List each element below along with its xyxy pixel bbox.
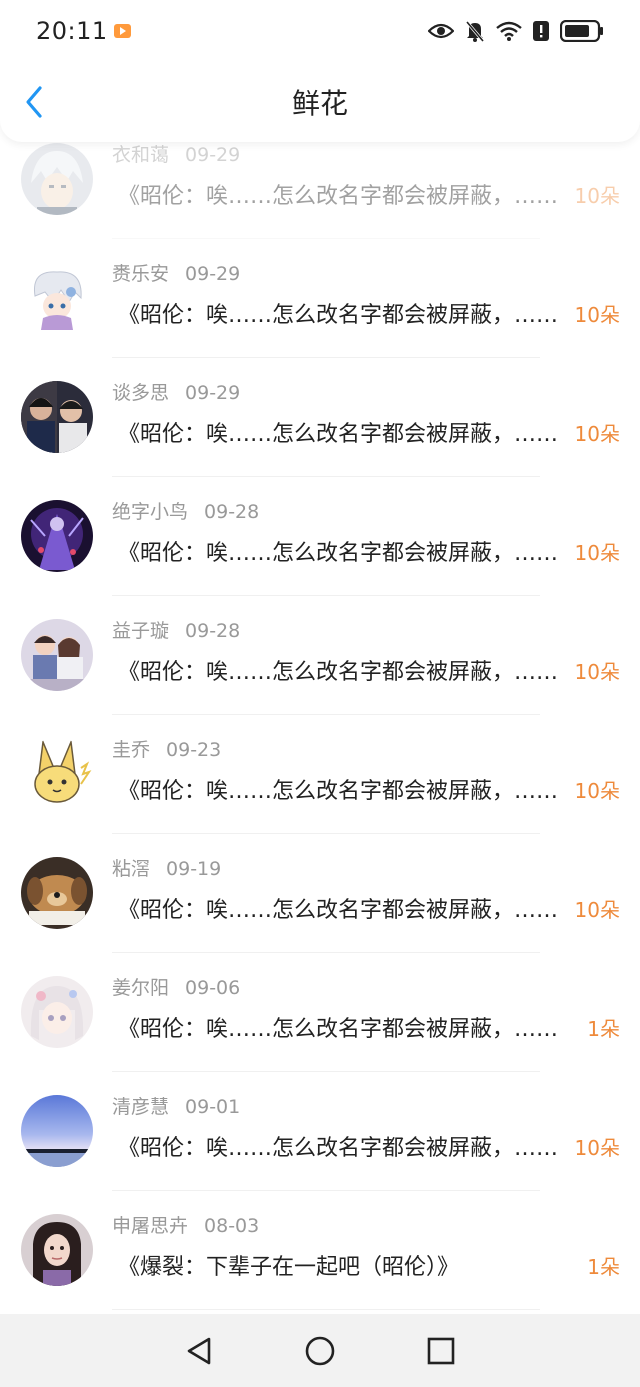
row-content: 《昭伦：唉……怎么改名字都会被屏蔽，…… xyxy=(118,1136,559,1161)
list-item[interactable]: 粘滘 09-19 《昭伦：唉……怎么改名字都会被屏蔽，…… 10朵 xyxy=(0,834,640,953)
flower-list: 衣和蔼 09-29 《昭伦：唉……怎么改名字都会被屏蔽，…… 10朵 赉乐安 09-… xyxy=(0,120,640,1314)
row-content: 《昭伦：唉……怎么改名字都会被屏蔽，…… xyxy=(118,303,559,328)
nav-home-button[interactable] xyxy=(304,1335,336,1367)
avatar xyxy=(21,143,93,215)
row-content: 《昭伦：唉……怎么改名字都会被屏蔽，…… xyxy=(118,1017,559,1042)
row-meta: 赉乐安 09-29 xyxy=(112,259,240,286)
row-meta: 衣和蔼 09-29 xyxy=(112,140,240,167)
list-item[interactable]: 绝字小鸟 09-28 《昭伦：唉……怎么改名字都会被屏蔽，…… 10朵 xyxy=(0,477,640,596)
row-content: 《昭伦：唉……怎么改名字都会被屏蔽，…… xyxy=(118,779,559,804)
avatar xyxy=(21,1095,93,1167)
circle-home-icon xyxy=(305,1336,335,1365)
avatar xyxy=(21,976,93,1048)
flower-count: 10朵 xyxy=(574,422,620,446)
row-date: 08-03 xyxy=(204,1215,260,1237)
square-recents-icon xyxy=(428,1337,455,1364)
row-date: 09-29 xyxy=(185,144,241,166)
nav-back-button[interactable] xyxy=(183,1335,215,1367)
row-meta: 益子璇 09-28 xyxy=(112,616,240,643)
row-content: 《昭伦：唉……怎么改名字都会被屏蔽，…… xyxy=(118,541,559,566)
avatar xyxy=(21,738,93,810)
flower-count: 10朵 xyxy=(574,660,620,684)
user-name: 清彦慧 xyxy=(112,1096,170,1118)
user-name: 圭乔 xyxy=(112,739,151,761)
header: 鲜花 xyxy=(0,62,640,142)
system-nav-bar xyxy=(0,1314,640,1387)
row-content: 《昭伦：唉……怎么改名字都会被屏蔽，…… xyxy=(118,184,559,209)
list-item[interactable]: 申屠思卉 08-03 《爆裂：下辈子在一起吧（昭伦）》 1朵 xyxy=(0,1191,640,1310)
row-meta: 申屠思卉 08-03 xyxy=(112,1211,259,1238)
row-content: 《昭伦：唉……怎么改名字都会被屏蔽，…… xyxy=(118,660,559,685)
avatar xyxy=(21,262,93,334)
row-content: 《爆裂：下辈子在一起吧（昭伦）》 xyxy=(118,1255,460,1280)
user-name: 粘滘 xyxy=(112,858,151,880)
flower-count: 1朵 xyxy=(587,1017,620,1041)
user-name: 申屠思卉 xyxy=(112,1215,189,1237)
avatar xyxy=(21,857,93,929)
row-date: 09-01 xyxy=(185,1096,241,1118)
row-date: 09-06 xyxy=(185,977,241,999)
triangle-back-icon xyxy=(187,1337,210,1364)
avatar xyxy=(21,381,93,453)
row-meta: 清彦慧 09-01 xyxy=(112,1092,240,1119)
row-meta: 圭乔 09-23 xyxy=(112,735,221,762)
row-date: 09-19 xyxy=(166,858,222,880)
avatar xyxy=(21,500,93,572)
row-meta: 姜尔阳 09-06 xyxy=(112,973,240,1000)
list-item[interactable]: 益子璇 09-28 《昭伦：唉……怎么改名字都会被屏蔽，…… 10朵 xyxy=(0,596,640,715)
row-date: 09-29 xyxy=(185,382,241,404)
row-meta: 粘滘 09-19 xyxy=(112,854,221,881)
chevron-left-icon xyxy=(26,86,42,118)
mute-bell-icon xyxy=(465,21,485,42)
flower-count: 1朵 xyxy=(587,1255,620,1279)
battery-icon xyxy=(560,20,603,42)
flower-count: 10朵 xyxy=(574,541,620,565)
row-date: 09-23 xyxy=(166,739,222,761)
row-content: 《昭伦：唉……怎么改名字都会被屏蔽，…… xyxy=(118,898,559,923)
row-date: 09-29 xyxy=(185,263,241,285)
flower-count: 10朵 xyxy=(574,1136,620,1160)
status-time: 20:11 xyxy=(36,17,108,45)
page-title: 鲜花 xyxy=(291,87,348,120)
row-meta: 绝字小鸟 09-28 xyxy=(112,497,259,524)
alert-icon xyxy=(533,21,549,41)
list-item[interactable]: 姜尔阳 09-06 《昭伦：唉……怎么改名字都会被屏蔽，…… 1朵 xyxy=(0,953,640,1072)
list-item[interactable]: 清彦慧 09-01 《昭伦：唉……怎么改名字都会被屏蔽，…… 10朵 xyxy=(0,1072,640,1191)
row-meta: 谈多思 09-29 xyxy=(112,378,240,405)
flower-count: 10朵 xyxy=(574,779,620,803)
flower-count: 10朵 xyxy=(574,303,620,327)
flower-count: 10朵 xyxy=(574,898,620,922)
status-bar: 20:11 xyxy=(0,0,640,62)
user-name: 绝字小鸟 xyxy=(112,501,189,523)
row-content: 《昭伦：唉……怎么改名字都会被屏蔽，…… xyxy=(118,422,559,447)
list-item[interactable]: 圭乔 09-23 《昭伦：唉……怎么改名字都会被屏蔽，…… 10朵 xyxy=(0,715,640,834)
wifi-icon xyxy=(496,21,522,41)
back-button[interactable] xyxy=(20,84,50,120)
flower-count: 10朵 xyxy=(574,184,620,208)
avatar xyxy=(21,619,93,691)
nav-recents-button[interactable] xyxy=(425,1335,457,1367)
eye-icon xyxy=(428,23,454,39)
user-name: 谈多思 xyxy=(112,382,170,404)
status-icons xyxy=(428,20,604,42)
row-date: 09-28 xyxy=(204,501,260,523)
user-name: 衣和蔼 xyxy=(112,144,170,166)
video-app-icon xyxy=(113,24,131,38)
list-item[interactable]: 谈多思 09-29 《昭伦：唉……怎么改名字都会被屏蔽，…… 10朵 xyxy=(0,358,640,477)
user-name: 赉乐安 xyxy=(112,263,170,285)
user-name: 益子璇 xyxy=(112,620,170,642)
avatar xyxy=(21,1214,93,1286)
user-name: 姜尔阳 xyxy=(112,977,170,999)
list-item[interactable]: 赉乐安 09-29 《昭伦：唉……怎么改名字都会被屏蔽，…… 10朵 xyxy=(0,239,640,358)
row-date: 09-28 xyxy=(185,620,241,642)
